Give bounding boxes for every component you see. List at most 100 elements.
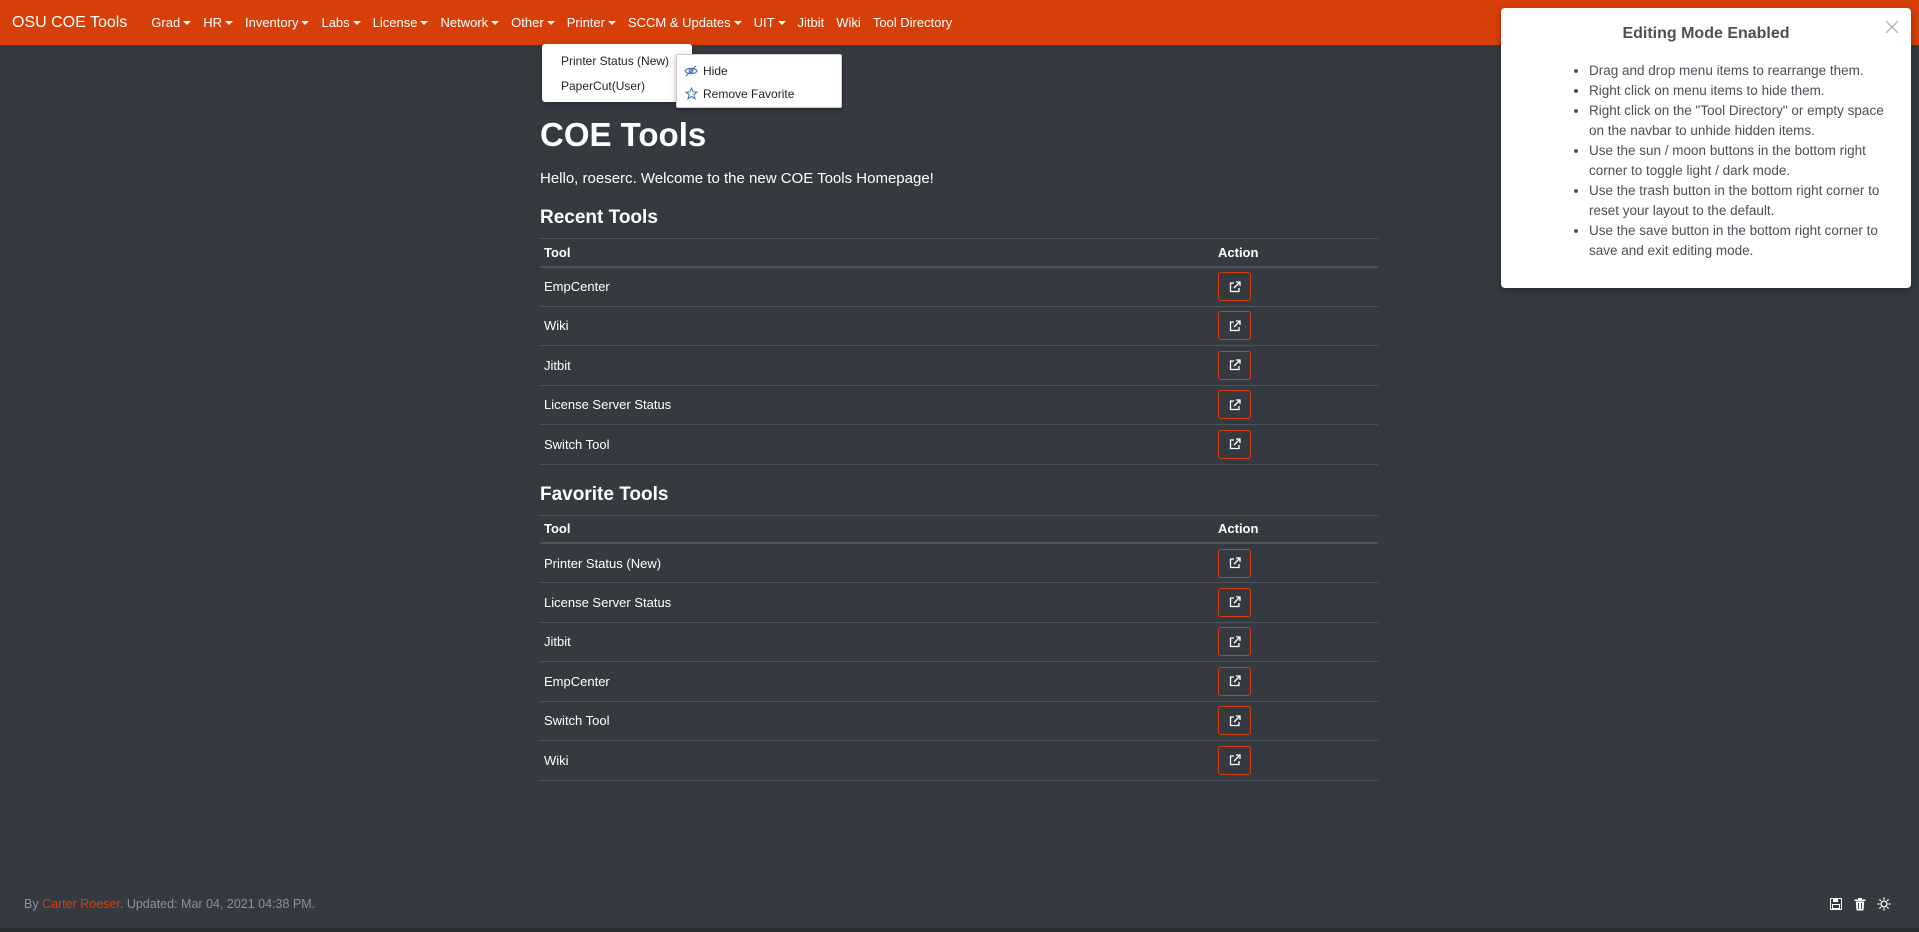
favorite-tools-table: Tool Action Printer Status (New) License … <box>540 514 1378 781</box>
nav-labs[interactable]: Labs <box>315 15 366 30</box>
caret-down-icon <box>301 20 310 25</box>
tool-name-cell: Wiki <box>540 740 1214 781</box>
nav-label: Labs <box>321 15 350 30</box>
nav-inventory[interactable]: Inventory <box>239 15 315 30</box>
greeting-text: Hello, roeserc. Welcome to the new COE T… <box>540 168 1378 190</box>
external-link-icon <box>1229 280 1241 292</box>
table-row: Switch Tool <box>540 701 1378 741</box>
external-link-icon <box>1229 715 1241 726</box>
action-cell <box>1214 385 1378 425</box>
nav-other[interactable]: Other <box>505 15 561 30</box>
context-remove-favorite-item[interactable]: Remove Favorite <box>677 82 841 105</box>
main-content: COE Tools Hello, roeserc. Welcome to the… <box>540 112 1378 781</box>
open-tool-button[interactable] <box>1218 587 1251 617</box>
save-icon[interactable] <box>1829 897 1843 911</box>
table-row: License Server Status <box>540 385 1378 425</box>
action-cell <box>1214 740 1378 781</box>
open-tool-button[interactable] <box>1218 706 1251 736</box>
external-link-icon <box>1229 438 1241 450</box>
nav-license[interactable]: License <box>367 15 435 30</box>
action-cell <box>1214 306 1378 346</box>
table-row: Jitbit <box>540 622 1378 662</box>
close-icon[interactable] <box>1883 18 1901 36</box>
caret-down-icon <box>224 20 233 25</box>
caret-down-icon <box>777 20 786 25</box>
tool-name-cell: Printer Status (New) <box>540 543 1214 583</box>
open-tool-button[interactable] <box>1218 627 1251 657</box>
action-cell <box>1214 543 1378 583</box>
external-link-icon <box>1229 596 1241 608</box>
action-cell <box>1214 701 1378 741</box>
action-cell <box>1214 661 1378 702</box>
open-tool-button[interactable] <box>1218 745 1251 775</box>
col-action-header: Action <box>1214 238 1378 268</box>
instruction-item: Right click on menu items to hide them. <box>1589 81 1901 101</box>
table-row: Jitbit <box>540 345 1378 386</box>
external-link-icon <box>1229 636 1241 647</box>
dropdown-item-papercut[interactable]: PaperCut(User) <box>542 73 692 98</box>
open-tool-button[interactable] <box>1218 390 1251 420</box>
table-header-row: Tool Action <box>540 238 1378 268</box>
nav-printer[interactable]: Printer <box>561 15 622 30</box>
trash-icon[interactable] <box>1853 897 1867 911</box>
dropdown-item-printer-status[interactable]: Printer Status (New) <box>542 48 692 73</box>
caret-down-icon <box>546 20 555 25</box>
table-row: EmpCenter <box>540 266 1378 307</box>
open-tool-button[interactable] <box>1218 272 1251 301</box>
footer-actions <box>1829 897 1891 911</box>
context-hide-item[interactable]: Hide <box>677 59 841 82</box>
external-link-icon <box>1229 675 1241 687</box>
tool-name-cell: License Server Status <box>540 385 1214 425</box>
table-row: Wiki <box>540 740 1378 781</box>
footer-prefix: By <box>24 897 43 911</box>
nav-uit[interactable]: UIT <box>748 15 792 30</box>
tool-name-cell: Jitbit <box>540 622 1214 662</box>
editing-mode-title: Editing Mode Enabled <box>1622 25 1790 42</box>
star-icon <box>683 87 699 101</box>
nav-label: Printer <box>566 15 605 30</box>
caret-down-icon <box>491 20 500 25</box>
nav-label: Grad <box>151 15 181 30</box>
greeting-username: roeserc <box>582 170 633 187</box>
nav-label: Jitbit <box>797 15 825 30</box>
context-hide-label: Hide <box>703 63 728 78</box>
greeting-suffix: . Welcome to the new COE Tools Homepage! <box>632 170 934 187</box>
nav-grad[interactable]: Grad <box>145 15 197 30</box>
external-link-icon <box>1229 320 1241 331</box>
page-title: COE Tools <box>540 116 707 153</box>
open-tool-button[interactable] <box>1218 350 1251 380</box>
editing-mode-panel: Editing Mode Enabled Drag and drop menu … <box>1501 8 1911 288</box>
nav-network[interactable]: Network <box>434 15 505 30</box>
nav-hr[interactable]: HR <box>197 15 239 30</box>
tool-name-cell: License Server Status <box>540 582 1214 623</box>
brand-link[interactable]: OSU COE Tools <box>12 14 127 32</box>
nav-label: Inventory <box>244 15 299 30</box>
printer-dropdown-menu: Printer Status (New) PaperCut(User) <box>542 44 692 102</box>
nav-wiki[interactable]: Wiki <box>830 15 867 30</box>
tool-name-cell: Switch Tool <box>540 701 1214 741</box>
caret-down-icon <box>607 20 616 25</box>
nav-tool-directory[interactable]: Tool Directory <box>867 15 958 30</box>
instruction-item: Drag and drop menu items to rearrange th… <box>1589 61 1901 81</box>
open-tool-button[interactable] <box>1218 548 1251 578</box>
caret-down-icon <box>733 20 742 25</box>
external-link-icon <box>1229 359 1241 371</box>
open-tool-button[interactable] <box>1218 666 1251 696</box>
table-row: Printer Status (New) <box>540 543 1378 583</box>
nav-jitbit[interactable]: Jitbit <box>792 15 831 30</box>
instruction-item: Right click on the "Tool Directory" or e… <box>1589 101 1901 141</box>
footer-author-link[interactable]: Carter Roeser <box>42 897 120 911</box>
nav-sccm-updates[interactable]: SCCM & Updates <box>622 15 748 30</box>
open-tool-button[interactable] <box>1218 311 1251 341</box>
recent-tools-title: Recent Tools <box>540 207 658 228</box>
action-cell <box>1214 424 1378 465</box>
tool-name-cell: Wiki <box>540 306 1214 346</box>
eye-slash-icon <box>683 64 699 78</box>
footer-credit: By Carter Roeser. Updated: Mar 04, 2021 … <box>24 897 315 911</box>
instruction-item: Use the save button in the bottom right … <box>1589 221 1901 261</box>
open-tool-button[interactable] <box>1218 429 1251 459</box>
table-row: Switch Tool <box>540 424 1378 465</box>
sun-icon[interactable] <box>1877 897 1891 911</box>
col-tool-header: Tool <box>540 514 1214 544</box>
external-link-icon <box>1229 754 1241 766</box>
